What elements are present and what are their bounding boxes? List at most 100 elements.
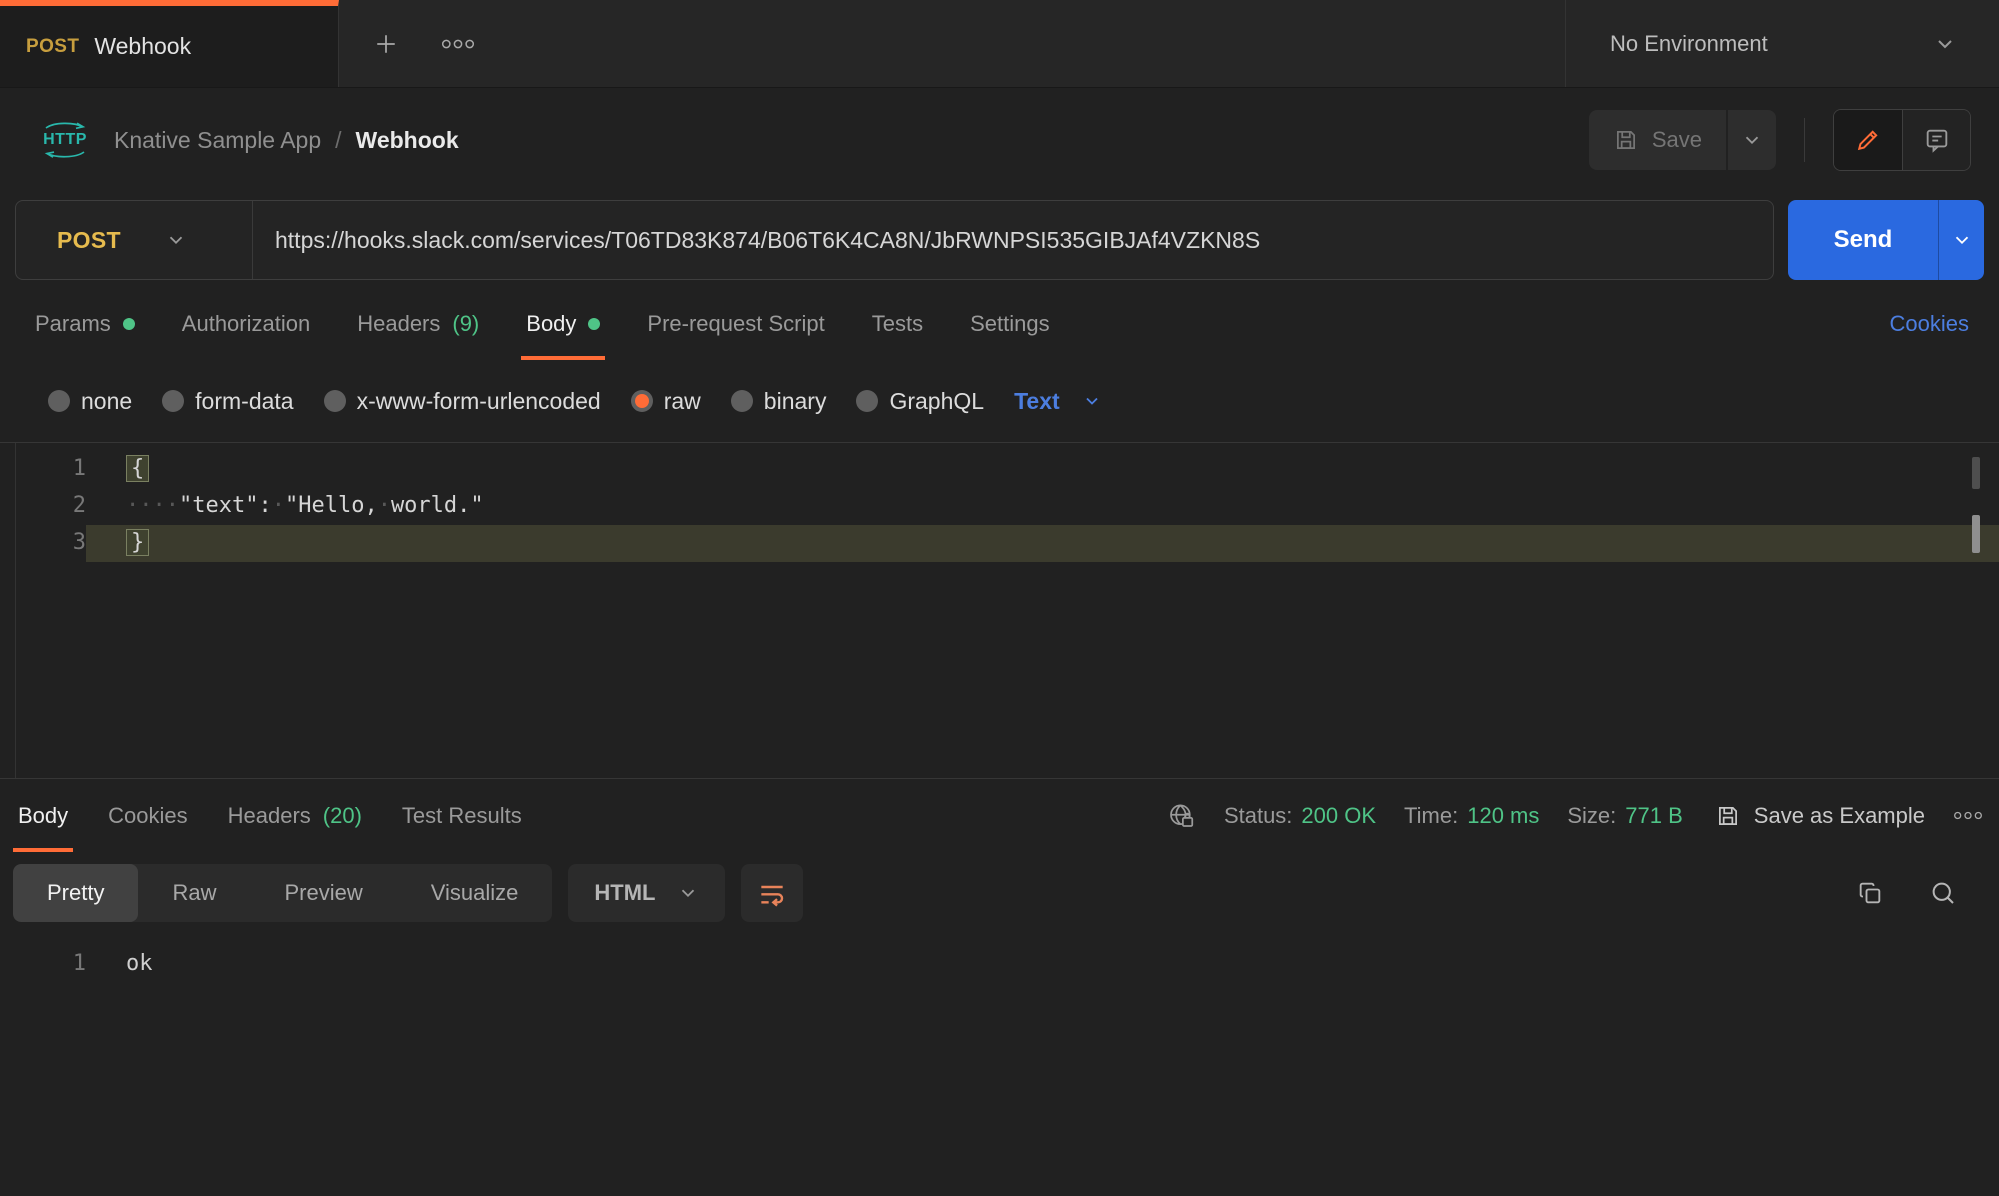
save-icon <box>1613 127 1639 153</box>
body-mode-raw[interactable]: raw <box>631 388 701 415</box>
cookies-link[interactable]: Cookies <box>1890 311 1969 337</box>
environment-name: No Environment <box>1610 31 1768 57</box>
code-line-2[interactable]: 2····"text":·"Hello,·world." <box>0 488 1999 525</box>
view-tab-pretty[interactable]: Pretty <box>13 864 138 922</box>
response-body-viewer[interactable]: 1ok <box>0 934 1999 1196</box>
tab-method-badge: POST <box>26 36 79 58</box>
response-format-selector[interactable]: HTML <box>568 864 725 922</box>
save-icon <box>1715 803 1741 829</box>
radio-icon <box>48 390 70 412</box>
request-tab-params[interactable]: Params <box>35 288 135 360</box>
body-mode-graphql[interactable]: GraphQL <box>856 388 984 415</box>
bracket-highlight: { <box>126 455 149 482</box>
status-group: Status: 200 OK <box>1224 803 1376 829</box>
radio-icon <box>631 390 653 412</box>
postman-app: POST Webhook No Environment HTTP Knative… <box>0 0 1999 1196</box>
view-tab-visualize[interactable]: Visualize <box>397 864 553 922</box>
view-tab-preview[interactable]: Preview <box>250 864 396 922</box>
modified-dot <box>123 318 135 330</box>
view-tab-raw[interactable]: Raw <box>138 864 250 922</box>
size-label: Size: <box>1567 803 1616 829</box>
line-number: 2 <box>0 488 86 525</box>
time-label: Time: <box>1404 803 1458 829</box>
response-tab-test-results[interactable]: Test Results <box>402 779 522 852</box>
breadcrumb-request-name[interactable]: Webhook <box>356 127 459 154</box>
line-number: 3 <box>0 525 86 562</box>
plus-icon <box>371 29 401 59</box>
wrap-text-button[interactable] <box>741 864 803 922</box>
body-mode-none[interactable]: none <box>48 388 132 415</box>
time-value: 120 ms <box>1467 803 1539 829</box>
wrap-text-icon <box>756 877 788 909</box>
search-response-button[interactable] <box>1928 878 1958 908</box>
response-meta: Status: 200 OK Time: 120 ms Size: 771 B … <box>1166 779 1983 852</box>
response-lines: 1ok <box>0 946 1999 983</box>
request-tab-tests[interactable]: Tests <box>872 288 923 360</box>
tab-options-button[interactable] <box>441 38 475 50</box>
request-tab-authorization[interactable]: Authorization <box>182 288 310 360</box>
copy-icon <box>1856 879 1884 907</box>
save-button[interactable]: Save <box>1589 110 1726 170</box>
method-selector[interactable]: POST <box>16 201 252 279</box>
more-options-icon <box>1953 810 1983 821</box>
chevron-down-icon <box>165 229 187 251</box>
url-input[interactable] <box>253 201 1773 279</box>
tab-strip: POST Webhook No Environment <box>0 0 1999 88</box>
send-button[interactable]: Send <box>1788 200 1938 280</box>
request-tabs: Params Authorization Headers(9) Body Pre-req… <box>35 288 1050 360</box>
code-line-1[interactable]: 1{ <box>0 451 1999 488</box>
network-info-icon[interactable] <box>1166 801 1196 831</box>
scrollbar-mark <box>1972 457 1980 489</box>
response-view-switcher: PrettyRawPreviewVisualize <box>13 864 552 922</box>
save-split-button: Save <box>1589 110 1776 170</box>
body-mode-form-data[interactable]: form-data <box>162 388 293 415</box>
save-options-button[interactable] <box>1728 110 1776 170</box>
chevron-down-icon <box>677 882 699 904</box>
raw-type-selector[interactable]: Text <box>1014 388 1102 415</box>
response-options-button[interactable] <box>1953 810 1983 821</box>
comments-button[interactable] <box>1902 110 1970 170</box>
request-tab-settings[interactable]: Settings <box>970 288 1050 360</box>
pencil-icon <box>1854 126 1882 154</box>
save-as-example-button[interactable]: Save as Example <box>1715 803 1925 829</box>
count-badge: (20) <box>323 803 362 829</box>
chevron-down-icon <box>1951 229 1973 251</box>
response-tabs: Body Cookies Headers(20) Test Results <box>18 779 522 852</box>
url-bar: POST <box>15 200 1774 280</box>
code-line-1[interactable]: 1ok <box>0 946 1999 983</box>
response-tabs-row: Body Cookies Headers(20) Test Results Statu… <box>0 778 1999 852</box>
tab-title: Webhook <box>94 33 191 60</box>
time-group: Time: 120 ms <box>1404 803 1539 829</box>
environment-selector[interactable]: No Environment <box>1565 0 1999 87</box>
size-value: 771 B <box>1625 803 1683 829</box>
copy-response-button[interactable] <box>1856 879 1884 907</box>
status-label: Status: <box>1224 803 1292 829</box>
response-tab-cookies[interactable]: Cookies <box>108 779 187 852</box>
request-tab-pre-request-script[interactable]: Pre-request Script <box>647 288 824 360</box>
status-value: 200 OK <box>1301 803 1376 829</box>
request-file-tab[interactable]: POST Webhook <box>0 0 339 87</box>
request-tab-headers[interactable]: Headers(9) <box>357 288 479 360</box>
edit-request-button[interactable] <box>1834 110 1902 170</box>
chevron-down-icon <box>1933 32 1957 56</box>
request-tabs-row: Params Authorization Headers(9) Body Pre-req… <box>0 288 1999 360</box>
radio-icon <box>731 390 753 412</box>
body-mode-binary[interactable]: binary <box>731 388 827 415</box>
size-group: Size: 771 B <box>1567 803 1682 829</box>
new-tab-button[interactable] <box>371 29 401 59</box>
response-tab-body[interactable]: Body <box>18 779 68 852</box>
scrollbar-mark[interactable] <box>1972 515 1980 553</box>
line-number: 1 <box>0 946 86 983</box>
send-options-button[interactable] <box>1938 200 1984 280</box>
body-mode-x-www-form-urlencoded[interactable]: x-www-form-urlencoded <box>324 388 601 415</box>
send-split-button: Send <box>1788 200 1984 280</box>
code-line-3[interactable]: 3} <box>0 525 1999 562</box>
breadcrumb-collection[interactable]: Knative Sample App <box>114 127 321 154</box>
bracket-highlight: } <box>126 529 149 556</box>
response-tab-headers[interactable]: Headers(20) <box>228 779 362 852</box>
request-tab-body[interactable]: Body <box>526 288 600 360</box>
count-badge: (9) <box>452 311 479 337</box>
request-body-editor[interactable]: 1{2····"text":·"Hello,·world."3} <box>0 442 1999 778</box>
radio-icon <box>856 390 878 412</box>
response-format-label: HTML <box>594 880 655 906</box>
